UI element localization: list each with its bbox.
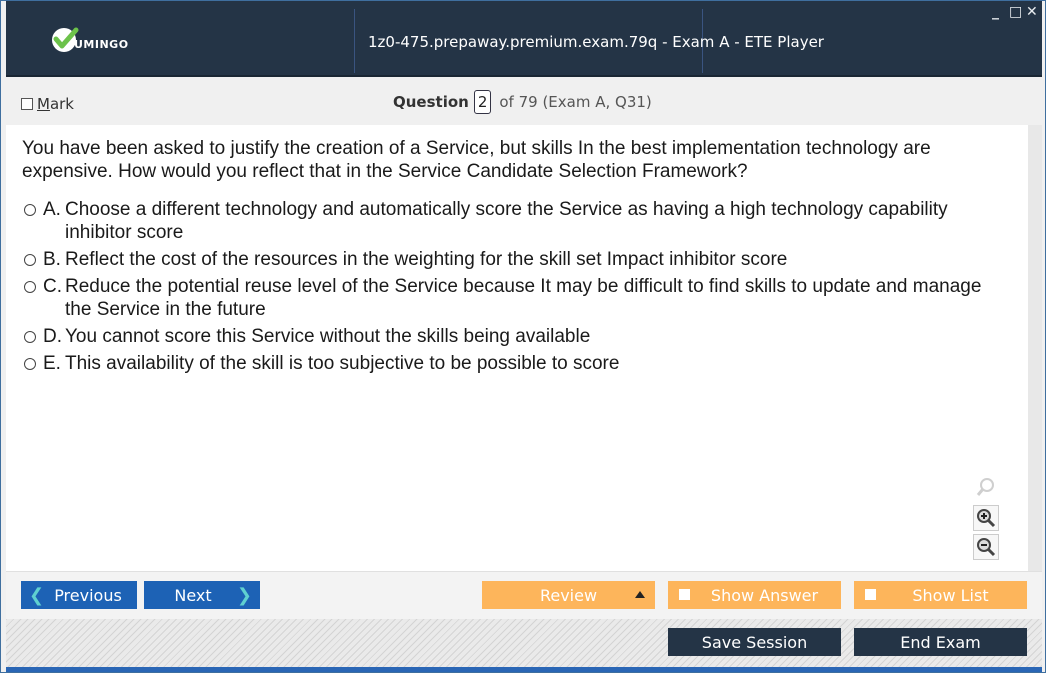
show-list-checkbox[interactable] — [865, 589, 876, 600]
question-total: of 79 (Exam A, Q31) — [499, 93, 652, 111]
radio-button[interactable] — [24, 331, 36, 343]
radio-button[interactable] — [24, 254, 36, 266]
option-text[interactable]: Reflect the cost of the resources in the… — [65, 248, 1012, 271]
zoom-in-icon[interactable] — [973, 505, 999, 531]
chevron-right-icon: ❯ — [236, 585, 252, 606]
end-exam-label: End Exam — [900, 632, 981, 652]
save-session-label: Save Session — [701, 632, 808, 652]
option-text[interactable]: Reduce the potential reuse level of the … — [65, 275, 1012, 321]
answer-option[interactable]: C. Reduce the potential reuse level of t… — [22, 275, 1012, 321]
option-letter: C. — [43, 276, 62, 297]
navigation-bar: ❮ Previous Next ❯ Review Show Answer Sho… — [6, 571, 1042, 619]
mark-checkbox-box[interactable] — [21, 98, 33, 110]
zoom-out-icon[interactable] — [973, 534, 999, 560]
maximize-button[interactable]: □ — [1009, 5, 1022, 19]
option-text[interactable]: Choose a different technology and automa… — [65, 198, 1012, 244]
caret-up-icon — [635, 591, 645, 598]
option-letter: A. — [43, 199, 61, 220]
ete-player-window: UMINGO 1z0-475.prepaway.premium.exam.79q… — [0, 0, 1046, 673]
chevron-left-icon: ❮ — [29, 585, 45, 606]
show-answer-button[interactable]: Show Answer — [668, 581, 841, 609]
option-text[interactable]: This availability of the skill is too su… — [65, 352, 1012, 375]
answer-option[interactable]: B. Reflect the cost of the resources in … — [22, 248, 1012, 271]
title-separator — [354, 9, 355, 73]
radio-button[interactable] — [24, 358, 36, 370]
option-letter: D. — [43, 326, 62, 347]
show-list-button[interactable]: Show List — [854, 581, 1027, 609]
review-label: Review — [539, 585, 598, 605]
radio-button[interactable] — [24, 281, 36, 293]
minimize-button[interactable]: _ — [992, 5, 999, 19]
review-button[interactable]: Review — [482, 581, 655, 609]
option-letter: E. — [43, 353, 61, 374]
close-button[interactable]: ✕ — [1026, 5, 1038, 19]
radio-button[interactable] — [24, 204, 36, 216]
option-text[interactable]: You cannot score this Service without th… — [65, 325, 1012, 348]
logo-wordmark: UMINGO — [74, 37, 129, 51]
end-exam-button[interactable]: End Exam — [854, 628, 1027, 656]
question-word: Question — [393, 93, 469, 111]
answer-options: A. Choose a different technology and aut… — [22, 198, 1012, 379]
question-counter: Question 2 of 79 (Exam A, Q31) — [393, 90, 652, 114]
answer-option[interactable]: A. Choose a different technology and aut… — [22, 198, 1012, 244]
question-number-input[interactable]: 2 — [473, 90, 492, 114]
vumingo-logo: UMINGO — [50, 25, 129, 55]
save-session-button[interactable]: Save Session — [668, 628, 841, 656]
zoom-reset-icon[interactable] — [973, 474, 999, 500]
footer-bar: Save Session End Exam — [6, 619, 1042, 667]
next-button[interactable]: Next ❯ — [144, 581, 260, 609]
window-title: 1z0-475.prepaway.premium.exam.79q - Exam… — [368, 33, 824, 51]
checkmark-logo-icon — [50, 25, 80, 55]
previous-button[interactable]: ❮ Previous — [21, 581, 137, 609]
previous-label: Previous — [54, 585, 122, 605]
show-list-label: Show List — [912, 585, 989, 605]
mark-checkbox[interactable]: Mark — [21, 95, 74, 113]
question-text: You have been asked to justify the creat… — [22, 138, 931, 182]
question-header: Mark Question 2 of 79 (Exam A, Q31) — [6, 79, 1042, 125]
bottom-accent-bar — [6, 667, 1042, 672]
mark-label[interactable]: Mark — [37, 95, 74, 113]
answer-option[interactable]: E. This availability of the skill is too… — [22, 352, 1012, 375]
question-content: You have been asked to justify the creat… — [6, 125, 1028, 571]
show-answer-label: Show Answer — [710, 585, 819, 605]
option-letter: B. — [43, 249, 61, 270]
next-label: Next — [174, 585, 212, 605]
answer-option[interactable]: D. You cannot score this Service without… — [22, 325, 1012, 348]
vertical-scrollbar[interactable] — [1028, 125, 1042, 571]
show-answer-checkbox[interactable] — [679, 589, 690, 600]
title-bar: UMINGO 1z0-475.prepaway.premium.exam.79q… — [6, 1, 1042, 77]
